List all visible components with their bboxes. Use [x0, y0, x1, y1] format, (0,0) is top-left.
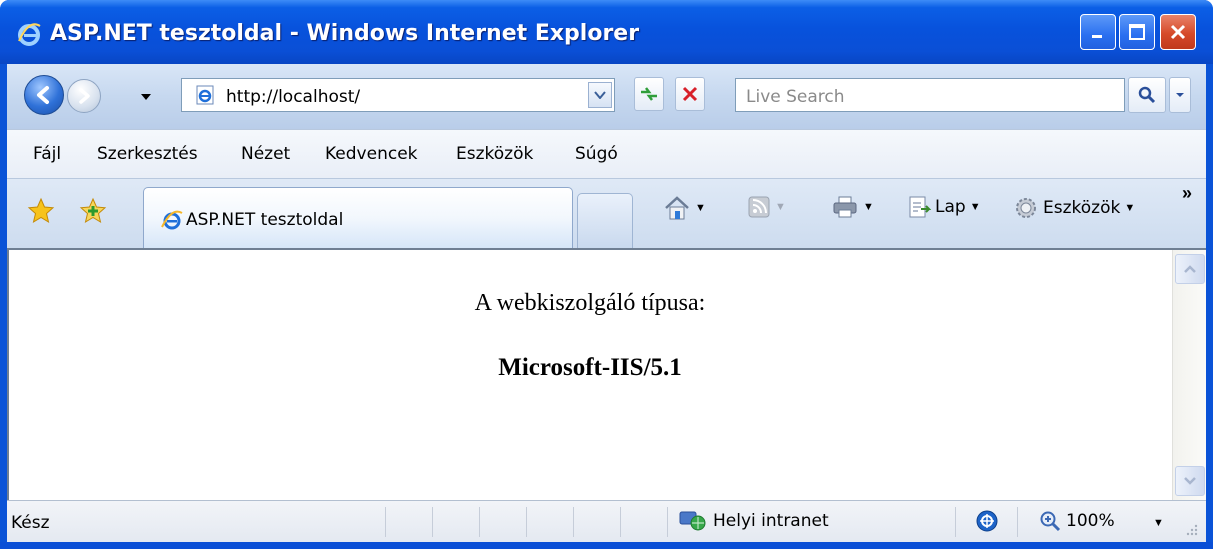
zoom-control[interactable]: 100% — [1039, 510, 1115, 532]
stop-button[interactable] — [675, 77, 705, 111]
page-content: A webkiszolgáló típusa: Microsoft-IIS/5.… — [7, 248, 1206, 500]
menu-favorites[interactable]: Kedvencek — [325, 144, 418, 164]
page-menu-label: Lap — [935, 197, 966, 217]
printer-icon — [833, 196, 857, 218]
back-button[interactable] — [24, 75, 64, 115]
tools-menu-button[interactable]: Eszközök ▼ — [1013, 195, 1135, 221]
navigation-bar: http://localhost/ Live Search — [7, 64, 1206, 129]
refresh-icon — [641, 87, 657, 101]
status-bar: Kész Helyi intranet 100% ▼ — [7, 500, 1206, 542]
resize-grip-icon[interactable] — [1185, 523, 1199, 537]
page-icon — [196, 85, 214, 105]
page-icon — [909, 196, 931, 218]
chevron-down-icon[interactable]: ▼ — [863, 201, 874, 213]
menu-edit[interactable]: Szerkesztés — [97, 144, 198, 164]
forward-arrow-icon — [79, 88, 90, 104]
close-button[interactable] — [1160, 14, 1196, 50]
chevron-down-icon — [1176, 93, 1184, 97]
stop-icon — [682, 86, 698, 102]
chevron-down-icon: ▼ — [1124, 202, 1136, 214]
history-dropdown-icon[interactable] — [140, 93, 152, 101]
browser-window: ASP.NET tesztoldal - Windows Internet Ex… — [0, 0, 1213, 549]
server-type-value: Microsoft-IIS/5.1 — [498, 354, 682, 381]
close-icon — [1170, 24, 1186, 40]
menu-bar: Fájl Szerkesztés Nézet Kedvencek Eszközö… — [7, 129, 1206, 179]
scroll-down-button[interactable] — [1175, 466, 1205, 496]
security-zone[interactable]: Helyi intranet — [679, 509, 829, 533]
status-divider — [955, 507, 956, 537]
ie-logo-icon — [18, 23, 41, 46]
page-menu-button[interactable]: Lap ▼ — [907, 195, 981, 219]
add-favorites-icon[interactable] — [79, 197, 107, 225]
chevron-down-icon[interactable]: ▼ — [695, 202, 706, 214]
window-bottom-border — [0, 542, 1213, 549]
ie-page-icon — [161, 210, 183, 230]
status-divider — [573, 507, 574, 537]
forward-button[interactable] — [67, 79, 101, 113]
chevron-down-icon — [1184, 477, 1196, 485]
tools-menu-label: Eszközök — [1043, 198, 1121, 218]
status-divider — [479, 507, 480, 537]
favorites-center-icon[interactable] — [27, 197, 55, 225]
zoom-dropdown-button[interactable]: ▼ — [1153, 517, 1164, 529]
status-divider — [620, 507, 621, 537]
status-divider — [667, 507, 668, 537]
status-text: Kész — [11, 513, 50, 533]
refresh-button[interactable] — [634, 77, 664, 111]
menu-help[interactable]: Súgó — [575, 144, 618, 164]
chevron-down-icon[interactable]: ▼ — [775, 201, 786, 213]
chevron-down-icon — [594, 91, 606, 99]
address-bar[interactable]: http://localhost/ — [181, 78, 615, 112]
gear-icon — [1016, 198, 1036, 218]
scroll-up-button[interactable] — [1175, 254, 1205, 284]
minimize-button[interactable] — [1080, 14, 1116, 50]
chevron-down-icon: ▼ — [969, 201, 981, 213]
home-button[interactable]: ▼ — [663, 195, 706, 221]
tab-aspnet[interactable]: ASP.NET tesztoldal — [143, 187, 573, 248]
zone-label: Helyi intranet — [713, 511, 829, 531]
menu-view[interactable]: Nézet — [241, 144, 290, 164]
maximize-button[interactable] — [1119, 14, 1155, 50]
menu-file[interactable]: Fájl — [33, 144, 61, 164]
server-type-label: A webkiszolgáló típusa: — [474, 290, 706, 316]
status-divider — [1017, 507, 1018, 537]
vertical-scrollbar[interactable] — [1172, 250, 1206, 500]
intranet-zone-icon — [679, 511, 706, 531]
search-button[interactable] — [1128, 77, 1166, 113]
search-options-button[interactable] — [1169, 77, 1191, 113]
print-button[interactable]: ▼ — [831, 195, 874, 219]
more-commands-button[interactable]: » — [1182, 183, 1192, 204]
search-icon — [1138, 86, 1156, 104]
feeds-button[interactable]: ▼ — [747, 195, 786, 219]
address-dropdown-button[interactable] — [588, 82, 612, 108]
zoom-level: 100% — [1066, 511, 1115, 531]
minimize-icon — [1092, 35, 1102, 38]
new-tab-button[interactable] — [577, 193, 633, 248]
search-input[interactable]: Live Search — [746, 87, 845, 107]
status-divider — [385, 507, 386, 537]
rss-feed-icon — [748, 196, 770, 218]
protected-mode-icon[interactable] — [975, 509, 999, 533]
home-icon — [665, 196, 689, 220]
status-divider — [526, 507, 527, 537]
tab-label: ASP.NET tesztoldal — [186, 210, 344, 230]
search-bar[interactable]: Live Search — [735, 78, 1125, 112]
zoom-icon — [1040, 511, 1061, 532]
maximize-icon — [1129, 24, 1145, 40]
menu-tools[interactable]: Eszközök — [456, 144, 533, 164]
status-divider — [432, 507, 433, 537]
address-input[interactable]: http://localhost/ — [226, 87, 360, 107]
back-arrow-icon — [37, 86, 49, 104]
chevron-up-icon — [1184, 265, 1196, 273]
window-title: ASP.NET tesztoldal - Windows Internet Ex… — [50, 21, 640, 46]
tab-bar: ASP.NET tesztoldal ▼ ▼ ▼ Lap ▼ Eszközök … — [7, 179, 1206, 248]
title-bar[interactable]: ASP.NET tesztoldal - Windows Internet Ex… — [0, 0, 1213, 64]
